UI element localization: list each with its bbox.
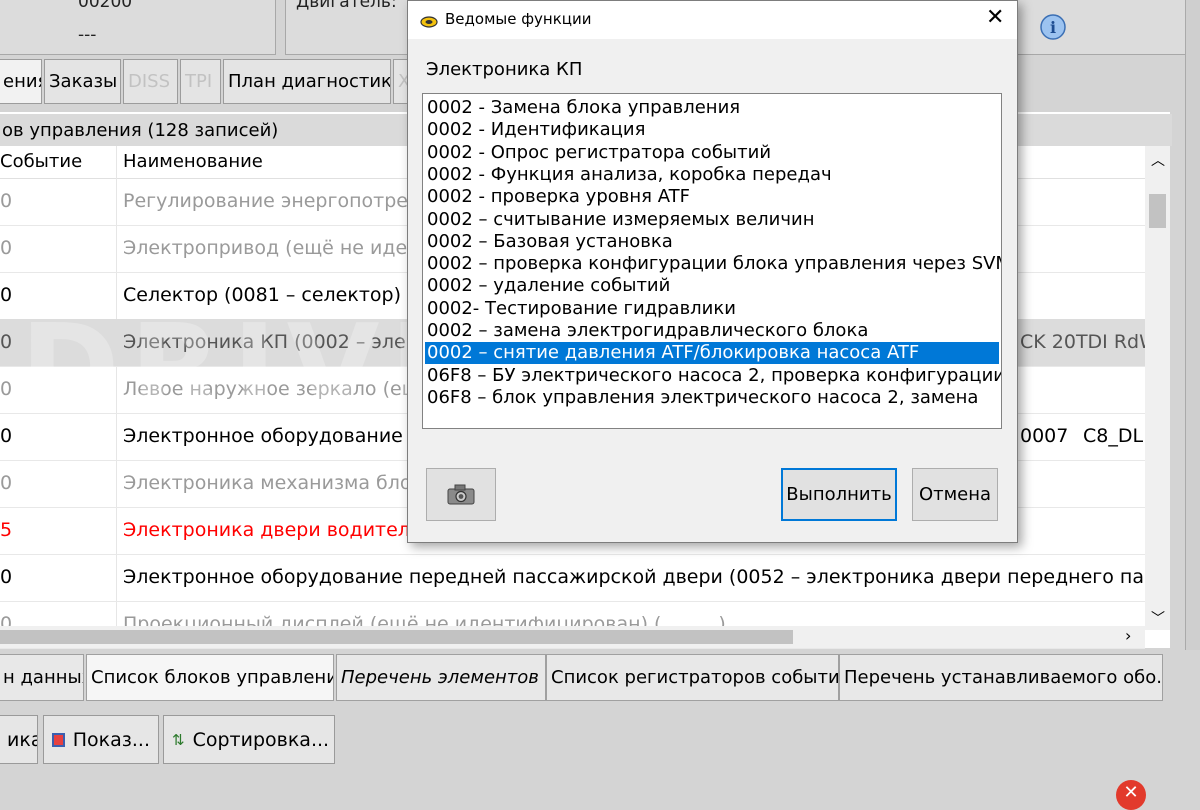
- function-list-item[interactable]: 0002 – снятие давления ATF/блокировка на…: [425, 342, 999, 365]
- info-cell: 0007: [1020, 425, 1069, 447]
- error-close-icon[interactable]: ✕: [1116, 780, 1146, 810]
- function-list-item[interactable]: 0002 - проверка уровня ATF: [427, 186, 690, 208]
- event-cell: 0: [0, 284, 13, 306]
- name-cell: Электроника механизма блокир: [123, 472, 448, 494]
- show-icon: [52, 732, 65, 747]
- function-list-item[interactable]: 0002 – считывание измеряемых величин: [427, 209, 814, 231]
- scroll-down-arrow-icon[interactable]: ﹀: [1151, 608, 1165, 628]
- function-list-item[interactable]: 0002 – удаление событий: [427, 275, 670, 297]
- event-cell: 0: [0, 190, 13, 212]
- table-row[interactable]: 0 Электронное оборудование передней пасса…: [0, 554, 1145, 602]
- sort-button[interactable]: ⇅ Сортировка...: [163, 715, 335, 764]
- button-partial-label: ика: [7, 728, 37, 751]
- tab-tpi[interactable]: TPI: [180, 59, 221, 104]
- scroll-up-arrow-icon[interactable]: ︿: [1151, 150, 1165, 170]
- sort-icon: ⇅: [172, 730, 185, 749]
- event-cell: 0: [0, 425, 13, 447]
- button-partial[interactable]: ика: [0, 715, 38, 764]
- engine-label: Двигатель:: [296, 0, 397, 12]
- horizontal-scrollbar[interactable]: ›: [0, 626, 1145, 648]
- name-cell: Электронное оборудование пол: [123, 425, 446, 447]
- functions-list[interactable]: 0002 - Замена блока управления 0002 - Иде…: [422, 93, 1002, 429]
- name-cell: Электронное оборудование передней пассаж…: [123, 566, 1145, 588]
- name-cell: Электроника двери водителя (0: [123, 519, 447, 541]
- cancel-button[interactable]: Отмена: [912, 468, 998, 521]
- function-list-item[interactable]: 0002 - Функция анализа, коробка передач: [427, 164, 832, 186]
- event-cell: 0: [0, 331, 13, 353]
- name-cell: Регулирование энергопотребле: [123, 190, 444, 212]
- dialog-subtitle: Электроника КП: [426, 59, 583, 80]
- dialog-titlebar[interactable]: Ведомые функции ✕: [408, 1, 1017, 39]
- column-header-event[interactable]: Событие: [0, 151, 82, 172]
- scroll-thumb[interactable]: [1149, 194, 1166, 228]
- function-list-item[interactable]: 0002 – Базовая установка: [427, 231, 673, 253]
- tab-orders[interactable]: Заказы: [44, 59, 121, 104]
- event-cell: 0: [0, 378, 13, 400]
- function-list-item[interactable]: 0002 - Опрос регистратора событий: [427, 142, 771, 164]
- name-cell: Левое наружное зеркало (ещё н: [123, 378, 450, 400]
- tab-diagnostic-plan[interactable]: План диагностики: [223, 59, 391, 104]
- function-list-item[interactable]: 0002 – замена электрогидравлического бло…: [427, 320, 868, 342]
- execute-button[interactable]: Выполнить: [781, 468, 897, 521]
- event-cell: 5: [0, 519, 13, 541]
- vehicle-dash: ---: [78, 25, 97, 45]
- event-cell: 0: [0, 237, 13, 259]
- vehicle-info-panel-left: [0, 0, 276, 55]
- tab-installed-equipment[interactable]: Перечень устанавливаемого обо...: [839, 654, 1163, 701]
- dialog-title: Ведомые функции: [445, 10, 592, 28]
- function-list-item[interactable]: 06F8 – блок управления электрического на…: [427, 387, 978, 409]
- column-header-name[interactable]: Наименование: [123, 151, 263, 172]
- sort-button-label: Сортировка...: [192, 728, 330, 751]
- tab-diss[interactable]: DISS: [123, 59, 178, 104]
- tab-control-units-list[interactable]: Список блоков управления: [86, 654, 334, 701]
- slave-functions-dialog: Ведомые функции ✕ Электроника КП 0002 - …: [407, 0, 1018, 543]
- tab-functions[interactable]: ения: [0, 59, 42, 104]
- function-list-item[interactable]: 0002 - Идентификация: [427, 119, 645, 141]
- camera-button[interactable]: [426, 468, 496, 521]
- close-icon[interactable]: ✕: [986, 5, 1004, 31]
- name-cell: Электропривод (ещё не идентис: [123, 237, 454, 259]
- tab-data[interactable]: н данных: [0, 654, 84, 701]
- show-button-label: Показ...: [72, 728, 150, 751]
- tab-event-recorders[interactable]: Список регистраторов событий: [546, 654, 839, 701]
- function-list-item[interactable]: 06F8 – БУ электрического насоса 2, прове…: [427, 365, 1001, 387]
- extra-cell: C8_DL: [1083, 425, 1144, 447]
- function-list-item[interactable]: 0002 – проверка конфигурации блока управ…: [427, 253, 1001, 275]
- scroll-right-arrow-icon[interactable]: ›: [1125, 626, 1131, 645]
- vertical-scrollbar[interactable]: ︿ ﹀: [1145, 146, 1170, 630]
- tab-elements-list[interactable]: Перечень элементов: [336, 654, 546, 701]
- app-logo-icon: [420, 13, 438, 28]
- vehicle-code: 00200: [78, 0, 133, 12]
- event-cell: 0: [0, 472, 13, 494]
- name-cell: Селектор (0081 – селектор) (4K: [123, 284, 440, 306]
- hscroll-thumb[interactable]: [0, 630, 793, 644]
- name-cell: Электроника КП (0002 – электр: [123, 331, 441, 353]
- show-button[interactable]: Показ...: [43, 715, 159, 764]
- function-list-item[interactable]: 0002 - Замена блока управления: [427, 97, 740, 119]
- info-icon[interactable]: i: [1040, 14, 1066, 40]
- svg-text:i: i: [1050, 18, 1056, 37]
- info-cell: CK 20TDI RdW): [1020, 331, 1145, 353]
- event-cell: 0: [0, 566, 13, 588]
- right-edge-panel: [1185, 0, 1200, 650]
- function-list-item[interactable]: 0002- Тестирование гидравлики: [427, 298, 736, 320]
- camera-icon: [447, 484, 475, 504]
